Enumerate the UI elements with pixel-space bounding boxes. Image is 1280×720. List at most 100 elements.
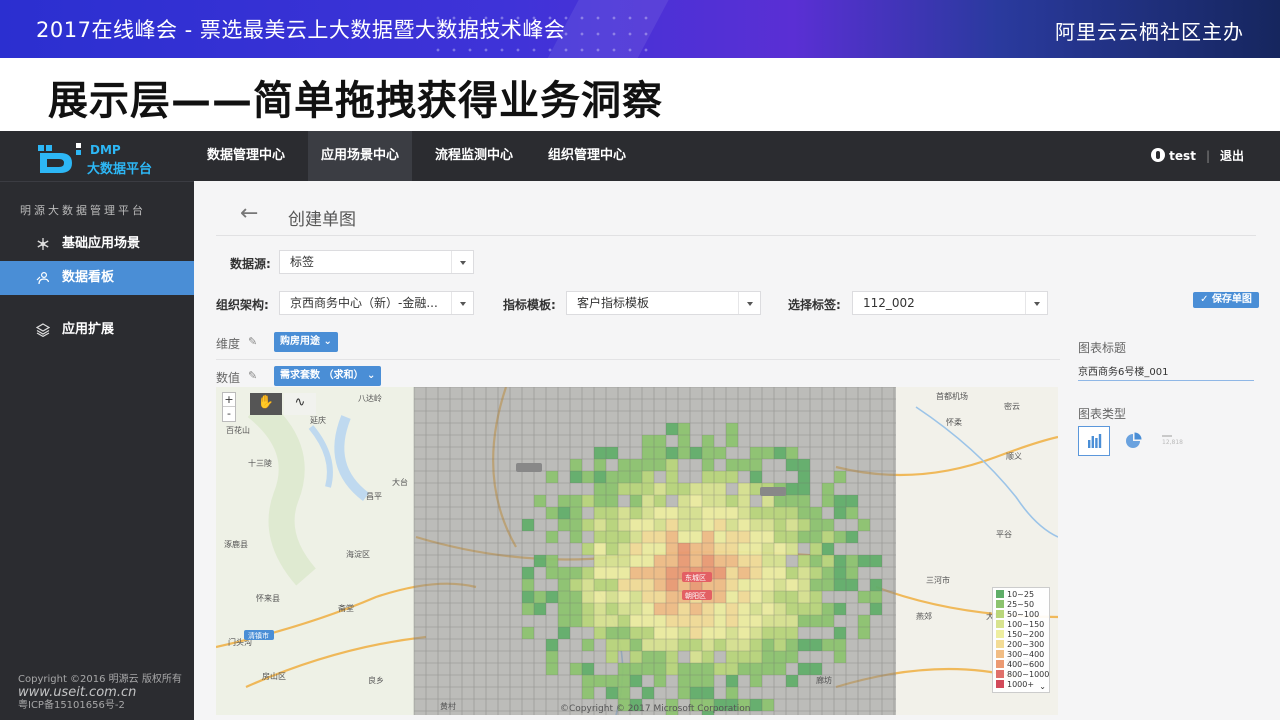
- heat-cell: [630, 663, 642, 675]
- heat-cell: [678, 507, 690, 519]
- heat-cell: [558, 591, 570, 603]
- heat-cell: [522, 627, 534, 639]
- heat-cell: [846, 555, 858, 567]
- heat-cell: [714, 555, 726, 567]
- heat-cell: [522, 579, 534, 591]
- nav-data-management[interactable]: 数据管理中心: [194, 131, 298, 181]
- heat-cell: [678, 483, 690, 495]
- heat-cell: [726, 639, 738, 651]
- heat-cell: [870, 579, 882, 591]
- heat-cell: [630, 531, 642, 543]
- heat-cell: [606, 447, 618, 459]
- title-divider: [216, 235, 1256, 236]
- heat-cell: [702, 531, 714, 543]
- bar-chart-glyph: [1088, 434, 1102, 448]
- nav-org-management[interactable]: 组织管理中心: [535, 131, 639, 181]
- sidebar-item-basic-scenarios[interactable]: 基础应用场景: [0, 227, 194, 261]
- legend-swatch: [996, 600, 1004, 608]
- org-select[interactable]: 京西商务中心（新）-金融...: [279, 291, 474, 315]
- sidebar-item-app-extension[interactable]: 应用扩展: [0, 313, 194, 347]
- heat-cell: [546, 531, 558, 543]
- heat-cell: [714, 663, 726, 675]
- heat-cell: [522, 603, 534, 615]
- heat-cell: [786, 459, 798, 471]
- heat-cell: [630, 471, 642, 483]
- logout-link[interactable]: 退出: [1220, 149, 1244, 163]
- heat-cell: [690, 639, 702, 651]
- heat-cell: [546, 639, 558, 651]
- heat-cell: [762, 555, 774, 567]
- nav-app-scenarios[interactable]: 应用场景中心: [308, 131, 413, 181]
- heat-cell: [606, 555, 618, 567]
- heat-cell: [654, 483, 666, 495]
- heat-cell: [798, 531, 810, 543]
- heat-cell: [642, 615, 654, 627]
- heat-cell: [750, 651, 762, 663]
- chart-type-label: 图表类型: [1078, 407, 1127, 421]
- info-circle-icon: [1151, 148, 1166, 162]
- pie-chart-icon[interactable]: [1118, 426, 1150, 456]
- chart-title-input[interactable]: 京西商务6号楼_001: [1078, 363, 1254, 381]
- sidebar-item-data-board[interactable]: 数据看板: [0, 261, 194, 295]
- banner-title: 2017在线峰会 - 票选最美云上大数据暨大数据技术峰会: [36, 18, 566, 42]
- heat-cell: [630, 507, 642, 519]
- heat-cell: [774, 603, 786, 615]
- template-select[interactable]: 客户指标模板: [566, 291, 761, 315]
- heat-cell: [702, 447, 714, 459]
- heat-cell: [798, 579, 810, 591]
- username[interactable]: test: [1169, 149, 1196, 163]
- bar-chart-icon[interactable]: [1078, 426, 1110, 456]
- legend-item: 200~300: [996, 640, 1047, 650]
- heat-cell: [690, 687, 702, 699]
- heat-cell: [810, 615, 822, 627]
- measure-pill[interactable]: 需求套数 （求和） ⌄: [274, 366, 382, 386]
- heat-cell: [594, 495, 606, 507]
- heat-cell: [762, 531, 774, 543]
- chevron-down-icon[interactable]: ⌄: [1039, 682, 1046, 691]
- heat-cell: [606, 543, 618, 555]
- hand-pan-icon[interactable]: ✋: [250, 393, 282, 415]
- heat-cell: [642, 639, 654, 651]
- heat-cell: [678, 495, 690, 507]
- svg-text:顺义: 顺义: [1006, 452, 1022, 461]
- tag-select[interactable]: 112_002: [852, 291, 1048, 315]
- number-card-icon[interactable]: 12,818: [1156, 426, 1188, 456]
- heat-cell: [570, 507, 582, 519]
- svg-text:首都机场: 首都机场: [936, 391, 968, 401]
- heat-cell: [750, 555, 762, 567]
- heat-cell: [606, 651, 618, 663]
- heat-cell: [534, 495, 546, 507]
- heat-cell: [822, 567, 834, 579]
- heat-cell: [762, 627, 774, 639]
- save-chart-button[interactable]: ✓ 保存单图: [1193, 292, 1259, 308]
- nav-process-monitoring[interactable]: 流程监测中心: [422, 131, 526, 181]
- trend-line-icon[interactable]: ∿: [284, 393, 316, 415]
- arrow-left-icon[interactable]: ←: [240, 201, 258, 226]
- heat-cell: [834, 567, 846, 579]
- logo[interactable]: DMP 大数据平台: [0, 131, 194, 181]
- heat-cell: [630, 567, 642, 579]
- heat-cell: [690, 507, 702, 519]
- heat-cell: [690, 483, 702, 495]
- zoom-out-button[interactable]: -: [227, 407, 231, 420]
- heat-cell: [678, 519, 690, 531]
- datasource-select[interactable]: 标签: [279, 250, 474, 274]
- heat-cell: [618, 603, 630, 615]
- heat-cell: [630, 603, 642, 615]
- zoom-in-button[interactable]: +: [223, 393, 235, 407]
- dimension-pill[interactable]: 购房用途 ⌄: [274, 332, 338, 352]
- heat-cell: [642, 579, 654, 591]
- heat-cell: [762, 579, 774, 591]
- heat-cell: [690, 555, 702, 567]
- pencil-icon[interactable]: ✎: [248, 335, 257, 348]
- heatmap-map[interactable]: 八达岭 延庆 百花山 十三陵 昌平 海淀区 门头沟 房山区 良乡 怀柔 密云 顺义 平谷 三河市燕…: [216, 387, 1058, 715]
- tag-value: 112_002: [863, 296, 915, 310]
- svg-text:斋堂: 斋堂: [338, 603, 354, 613]
- heat-cell: [750, 615, 762, 627]
- heat-cell: [678, 555, 690, 567]
- pencil-icon[interactable]: ✎: [248, 369, 257, 382]
- heat-cell: [558, 627, 570, 639]
- heat-cell: [666, 567, 678, 579]
- heat-cell: [810, 639, 822, 651]
- legend-label: 800~1000: [1007, 670, 1050, 679]
